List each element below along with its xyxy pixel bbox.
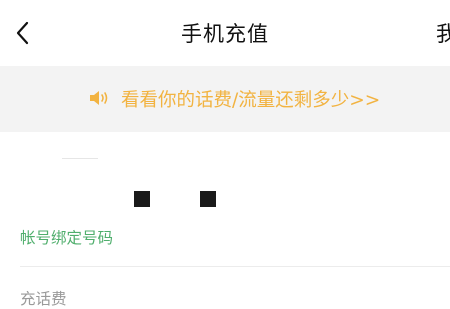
bound-number-label: 帐号绑定号码: [20, 229, 114, 247]
section-gap: [0, 132, 450, 154]
redaction-block: [134, 191, 150, 207]
phone-input-underline: [62, 158, 98, 159]
page-title: 手机充值: [181, 22, 269, 46]
redaction-block: [200, 191, 216, 207]
header-right-action[interactable]: 我: [436, 18, 450, 48]
divider: [20, 266, 450, 267]
recharge-category-label: 充话费: [20, 290, 67, 308]
notice-link[interactable]: 看看你的话费/流量还剩多少>>: [121, 86, 380, 112]
top-nav-bar: 手机充值 我: [0, 0, 450, 66]
speaker-icon: [90, 91, 108, 105]
